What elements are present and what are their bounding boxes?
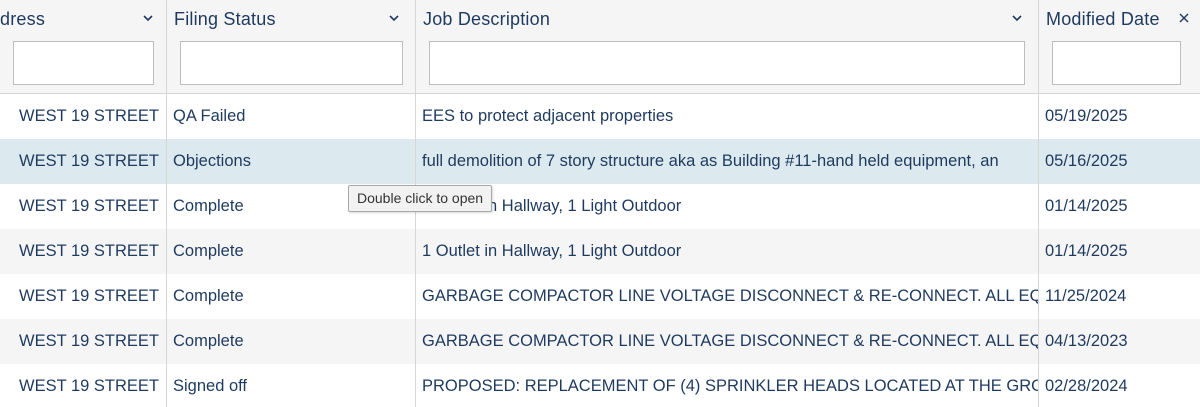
column-title-job-description: Job Description <box>423 9 551 29</box>
chevron-down-icon[interactable] <box>387 11 401 25</box>
cell-address: WEST 19 STREET <box>13 184 167 229</box>
cell-job-description: full demolition of 7 story structure aka… <box>416 139 1039 184</box>
cell-address: WEST 19 STREET <box>13 94 167 139</box>
grid-body: WEST 19 STREET QA Failed EES to protect … <box>0 94 1200 407</box>
cell-job-description: PROPOSED: REPLACEMENT OF (4) SPRINKLER H… <box>416 364 1039 407</box>
cell-filing-status: Objections <box>167 139 416 184</box>
cell-modified-date: 05/19/2025 <box>1045 107 1128 125</box>
cell-filing-status: Signed off <box>167 364 416 407</box>
cell-modified-date: 02/28/2024 <box>1045 377 1128 395</box>
cell-modified-date: 04/13/2023 <box>1045 332 1128 350</box>
cell-filing-status: Complete <box>167 319 416 364</box>
filter-input-modified-date[interactable] <box>1052 41 1181 85</box>
column-title-address: dress <box>0 9 46 29</box>
cell-job-description: 1 Outlet in Hallway, 1 Light Outdoor <box>416 229 1039 274</box>
table-row[interactable]: WEST 19 STREET Complete GARBAGE COMPACTO… <box>0 319 1200 364</box>
cell-filing-status: Complete <box>167 229 416 274</box>
column-title-filing-status: Filing Status <box>174 9 276 29</box>
table-row[interactable]: WEST 19 STREET Complete GARBAGE COMPACTO… <box>0 274 1200 319</box>
table-row[interactable]: WEST 19 STREET Signed off PROPOSED: REPL… <box>0 364 1200 407</box>
column-header-job-description[interactable]: Job Description <box>416 0 1039 94</box>
cell-modified-date: 01/14/2025 <box>1045 197 1128 215</box>
column-header-filing-status[interactable]: Filing Status <box>167 0 416 94</box>
cell-filing-status: QA Failed <box>167 94 416 139</box>
cell-job-description: EES to protect adjacent properties <box>416 94 1039 139</box>
chevron-down-icon[interactable] <box>1010 11 1024 25</box>
permit-data-grid: dress Filing Status Job Description Modi… <box>0 0 1200 407</box>
cell-address: WEST 19 STREET <box>13 319 167 364</box>
cell-address: WEST 19 STREET <box>13 139 167 184</box>
filter-input-address[interactable] <box>13 41 154 85</box>
cell-job-description: 1 Outlet in Hallway, 1 Light Outdoor <box>416 184 1039 229</box>
cell-address: WEST 19 STREET <box>13 229 167 274</box>
row-tooltip: Double click to open <box>348 185 493 212</box>
column-title-modified-date: Modified Date <box>1046 9 1160 29</box>
filter-input-job-description[interactable] <box>429 41 1025 85</box>
table-row[interactable]: WEST 19 STREET Complete 1 Outlet in Hall… <box>0 229 1200 274</box>
cell-address: WEST 19 STREET <box>13 364 167 407</box>
cell-modified-date: 05/16/2025 <box>1045 152 1128 170</box>
column-header-address[interactable]: dress <box>0 0 167 94</box>
chevron-down-icon[interactable] <box>141 11 155 25</box>
cell-job-description: GARBAGE COMPACTOR LINE VOLTAGE DISCONNEC… <box>416 319 1039 364</box>
cell-filing-status: Complete <box>167 274 416 319</box>
truncation-x-icon[interactable] <box>1178 12 1190 24</box>
cell-job-description: GARBAGE COMPACTOR LINE VOLTAGE DISCONNEC… <box>416 274 1039 319</box>
cell-modified-date: 01/14/2025 <box>1045 242 1128 260</box>
table-row[interactable]: WEST 19 STREET QA Failed EES to protect … <box>0 94 1200 139</box>
column-header-modified-date[interactable]: Modified Date <box>1039 0 1200 94</box>
cell-modified-date: 11/25/2024 <box>1045 287 1127 305</box>
filter-input-filing-status[interactable] <box>180 41 403 85</box>
table-row[interactable]: WEST 19 STREET Objections full demolitio… <box>0 139 1200 184</box>
table-row[interactable]: WEST 19 STREET Complete 1 Outlet in Hall… <box>0 184 1200 229</box>
grid-header: dress Filing Status Job Description Modi… <box>0 0 1200 94</box>
cell-address: WEST 19 STREET <box>13 274 167 319</box>
